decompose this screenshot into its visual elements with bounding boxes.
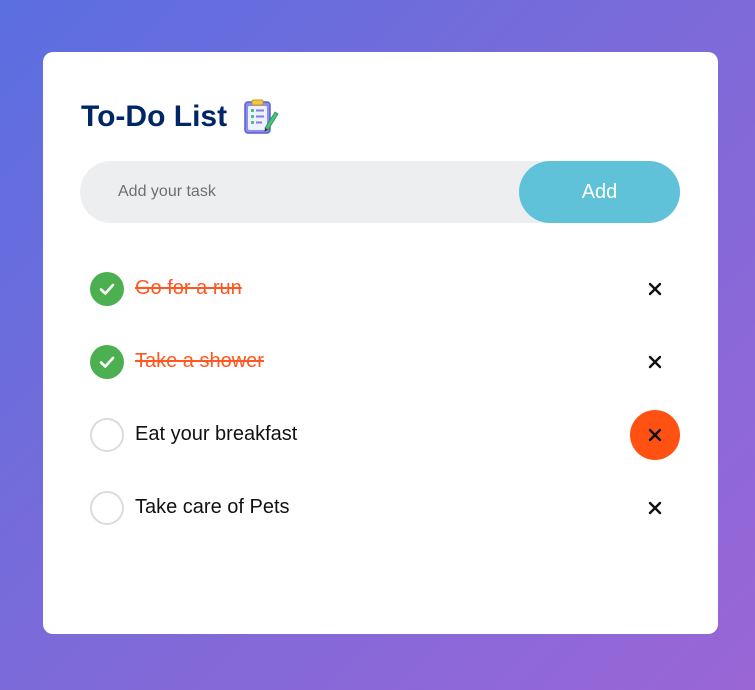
task-input[interactable] — [80, 160, 519, 224]
task-list: Go for a run Take a shower Eat your breakf… — [90, 252, 680, 544]
delete-task-button[interactable] — [630, 337, 680, 387]
task-label: Go for a run — [135, 277, 242, 299]
clipboard-checklist-icon — [241, 98, 279, 136]
task-item[interactable]: Take care of Pets — [90, 471, 680, 544]
delete-task-button[interactable] — [630, 264, 680, 314]
task-item[interactable]: Eat your breakfast — [90, 398, 680, 471]
close-icon — [648, 501, 662, 515]
task-item[interactable]: Take a shower — [90, 325, 680, 398]
title-row: To-Do List — [81, 98, 279, 136]
checked-circle-icon[interactable] — [90, 271, 124, 306]
task-item[interactable]: Go for a run — [90, 252, 680, 325]
task-label: Eat your breakfast — [135, 423, 298, 445]
add-button[interactable]: Add — [519, 161, 680, 223]
task-label: Take care of Pets — [135, 496, 290, 518]
unchecked-circle-icon[interactable] — [90, 417, 124, 452]
delete-task-button[interactable] — [630, 410, 680, 460]
close-icon — [648, 282, 662, 296]
checked-circle-icon[interactable] — [90, 344, 124, 379]
close-icon — [648, 428, 662, 442]
page-title: To-Do List — [81, 100, 228, 133]
todo-card: To-Do List Add Go for a run Take a shower… — [43, 52, 718, 634]
close-icon — [648, 355, 662, 369]
delete-task-button[interactable] — [630, 483, 680, 533]
unchecked-circle-icon[interactable] — [90, 490, 124, 525]
task-label: Take a shower — [135, 350, 264, 372]
add-task-row: Add — [80, 160, 680, 224]
